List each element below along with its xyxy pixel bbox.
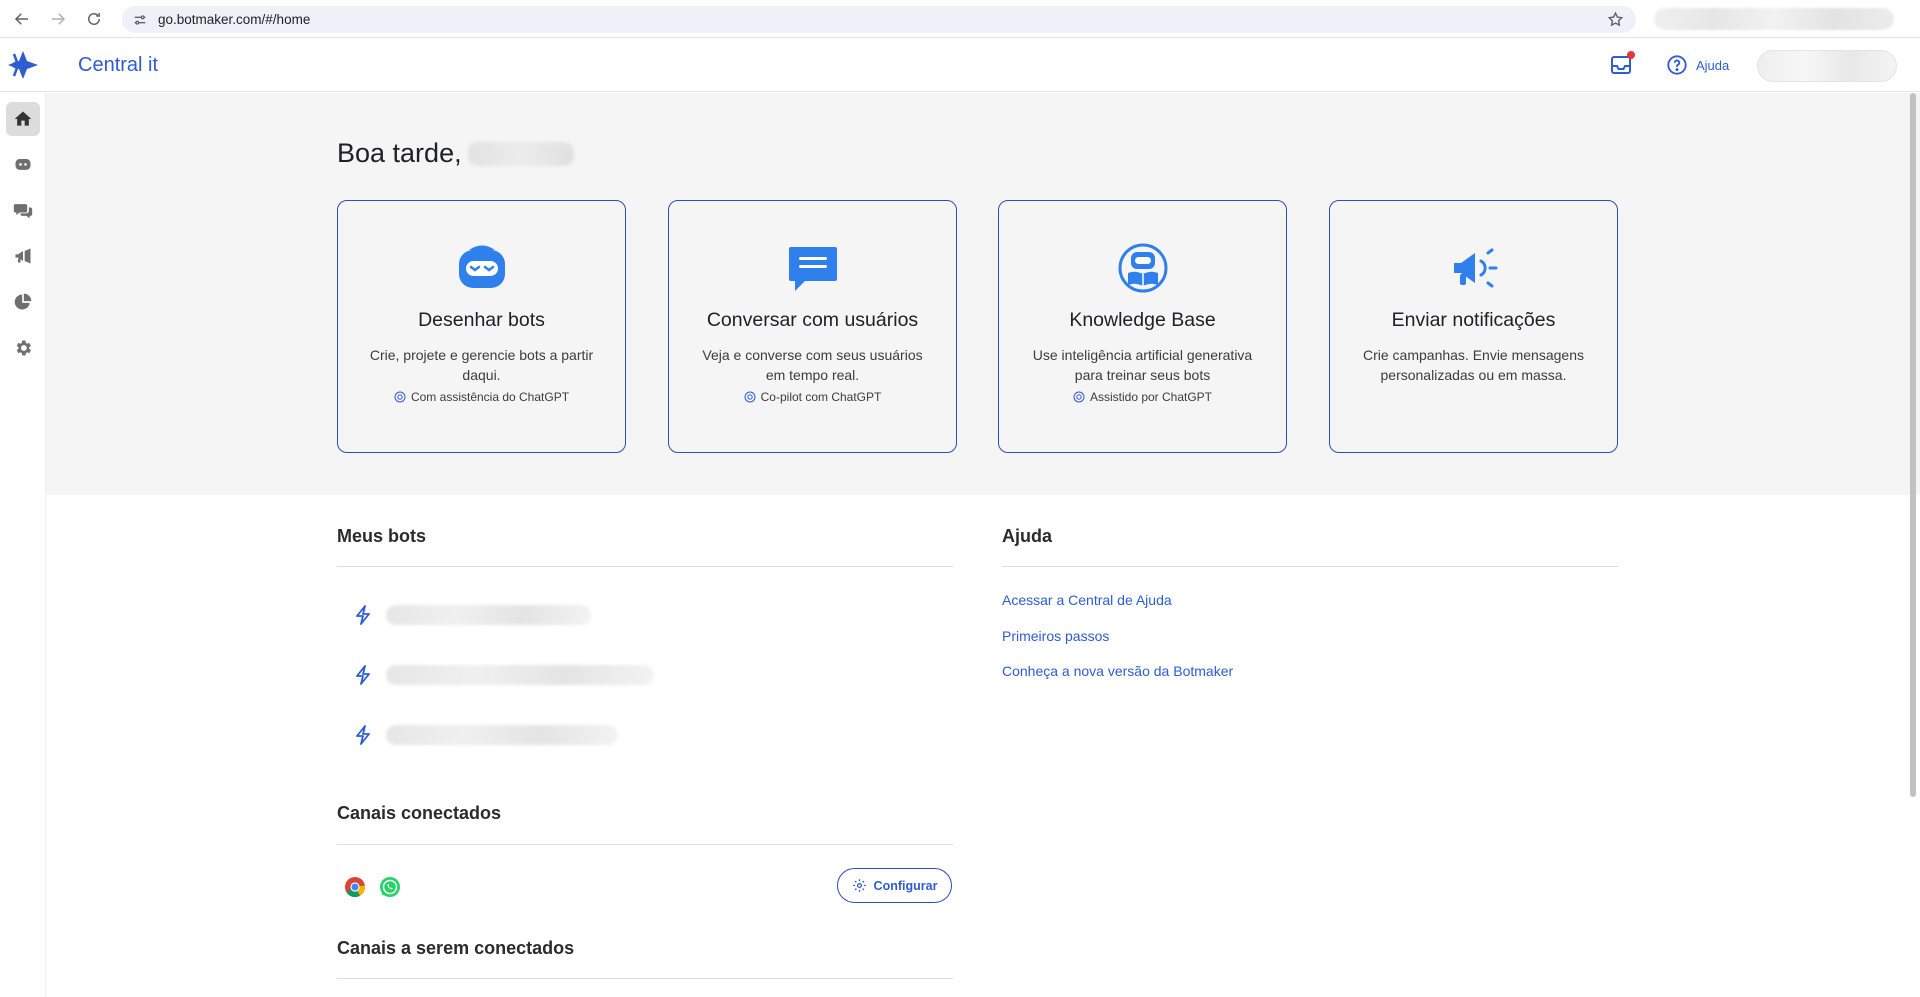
card-title: Desenhar bots <box>418 309 545 331</box>
card-title: Enviar notificações <box>1391 309 1556 331</box>
arrow-right-icon <box>52 12 66 25</box>
user-name-redacted <box>467 141 574 166</box>
help-link-central[interactable]: Acessar a Central de Ajuda <box>1002 592 1172 608</box>
bot-item[interactable] <box>354 725 618 745</box>
reload-icon <box>88 12 100 25</box>
notification-dot <box>1627 51 1635 59</box>
chat-icon <box>13 204 33 219</box>
divider <box>337 844 953 845</box>
whatsapp-icon <box>380 877 400 897</box>
bot-book-icon <box>1118 243 1167 293</box>
sidebar-item-home[interactable] <box>6 102 40 136</box>
greeting: Boa tarde, <box>337 138 574 169</box>
back-button[interactable] <box>8 5 36 33</box>
home-icon <box>14 111 32 126</box>
card-badge: Assistido por ChatGPT <box>999 390 1286 404</box>
star-icon[interactable] <box>1607 11 1624 28</box>
configure-button[interactable]: Configurar <box>837 868 952 903</box>
card-description: Veja e converse com seus usuários em tem… <box>702 347 923 383</box>
bot-icon <box>15 159 31 170</box>
megaphone-icon <box>15 248 31 264</box>
gear-icon <box>852 879 866 892</box>
card-description: Crie campanhas. Envie mensagens personal… <box>1362 347 1584 383</box>
help-section-title: Ajuda <box>1002 526 1053 546</box>
address-bar[interactable]: go.botmaker.com/#/home <box>122 6 1636 33</box>
configure-label: Configurar <box>873 878 938 893</box>
openai-icon <box>1073 391 1085 403</box>
sidebar-item-chats[interactable] <box>6 193 40 227</box>
openai-icon <box>394 391 406 403</box>
bot-face-icon <box>458 245 505 288</box>
card-knowledge-base[interactable]: Knowledge Base Use inteligência artifici… <box>998 200 1287 453</box>
sidebar-item-bots[interactable] <box>6 147 40 181</box>
inbox-button[interactable] <box>1609 51 1635 77</box>
sidebar-item-settings[interactable] <box>6 331 40 365</box>
connected-channels-title: Canais conectados <box>337 803 502 823</box>
help-circle-icon <box>1667 55 1687 75</box>
help-label: Ajuda <box>1696 57 1730 73</box>
reload-button[interactable] <box>80 5 108 33</box>
card-badge: Co-pilot com ChatGPT <box>669 390 956 404</box>
bot-name-redacted[interactable] <box>386 725 618 745</box>
hero-section <box>46 93 1920 495</box>
lightning-icon <box>356 665 370 685</box>
browser-toolbar: go.botmaker.com/#/home <box>0 0 1920 38</box>
chrome-icon <box>345 877 366 898</box>
card-badge-text: Assistido por ChatGPT <box>1089 390 1213 404</box>
chat-bubble-icon <box>788 247 837 291</box>
lightning-icon <box>356 605 370 625</box>
app-header: Central it Ajuda <box>0 38 1920 92</box>
user-menu[interactable] <box>1757 50 1897 82</box>
workspace-title: Central it <box>78 54 159 76</box>
divider <box>337 566 953 567</box>
divider <box>337 978 953 979</box>
sidebar-item-reports[interactable] <box>6 285 40 319</box>
bot-item[interactable] <box>354 665 654 685</box>
card-design-bots[interactable]: Desenhar bots Crie, projete e gerencie b… <box>337 200 626 453</box>
card-badge-text: Co-pilot com ChatGPT <box>760 390 882 404</box>
browser-profile-area[interactable] <box>1654 8 1894 30</box>
card-description: Crie, projete e gerencie bots a partir d… <box>369 347 594 383</box>
bot-name-redacted[interactable] <box>386 665 654 685</box>
url-text[interactable]: go.botmaker.com/#/home <box>158 12 310 27</box>
card-chat-users[interactable]: Conversar com usuários Veja e converse c… <box>668 200 957 453</box>
pending-channels-title: Canais a serem conectados <box>337 938 575 958</box>
card-badge: Com assistência do ChatGPT <box>338 390 625 404</box>
help-link-first-steps[interactable]: Primeiros passos <box>1002 628 1109 644</box>
gear-icon <box>16 340 32 356</box>
sidebar-item-campaigns[interactable] <box>6 239 40 273</box>
card-send-notifications[interactable]: Enviar notificações Crie campanhas. Envi… <box>1329 200 1618 453</box>
bot-name-redacted[interactable] <box>386 605 591 625</box>
divider <box>1002 566 1618 567</box>
card-badge-text: Com assistência do ChatGPT <box>410 390 570 404</box>
help-button[interactable]: Ajuda <box>1666 52 1729 78</box>
megaphone-icon <box>1453 248 1497 288</box>
sidebar <box>0 92 46 997</box>
openai-icon <box>744 391 756 403</box>
help-link-new-version[interactable]: Conheça a nova versão da Botmaker <box>1002 663 1233 679</box>
forward-button[interactable] <box>44 5 72 33</box>
arrow-left-icon <box>14 12 28 25</box>
greeting-text: Boa tarde, <box>337 138 462 168</box>
card-description: Use inteligência artificial generativa p… <box>1032 347 1253 383</box>
bot-item[interactable] <box>354 605 591 625</box>
card-title: Conversar com usuários <box>706 309 919 331</box>
botmaker-logo[interactable] <box>8 51 38 79</box>
card-title: Knowledge Base <box>1069 309 1216 331</box>
page-scrollbar[interactable] <box>1910 93 1916 797</box>
pie-chart-icon <box>14 293 32 310</box>
lightning-icon <box>356 725 370 745</box>
tune-icon[interactable] <box>132 12 148 28</box>
my-bots-title: Meus bots <box>337 526 427 546</box>
